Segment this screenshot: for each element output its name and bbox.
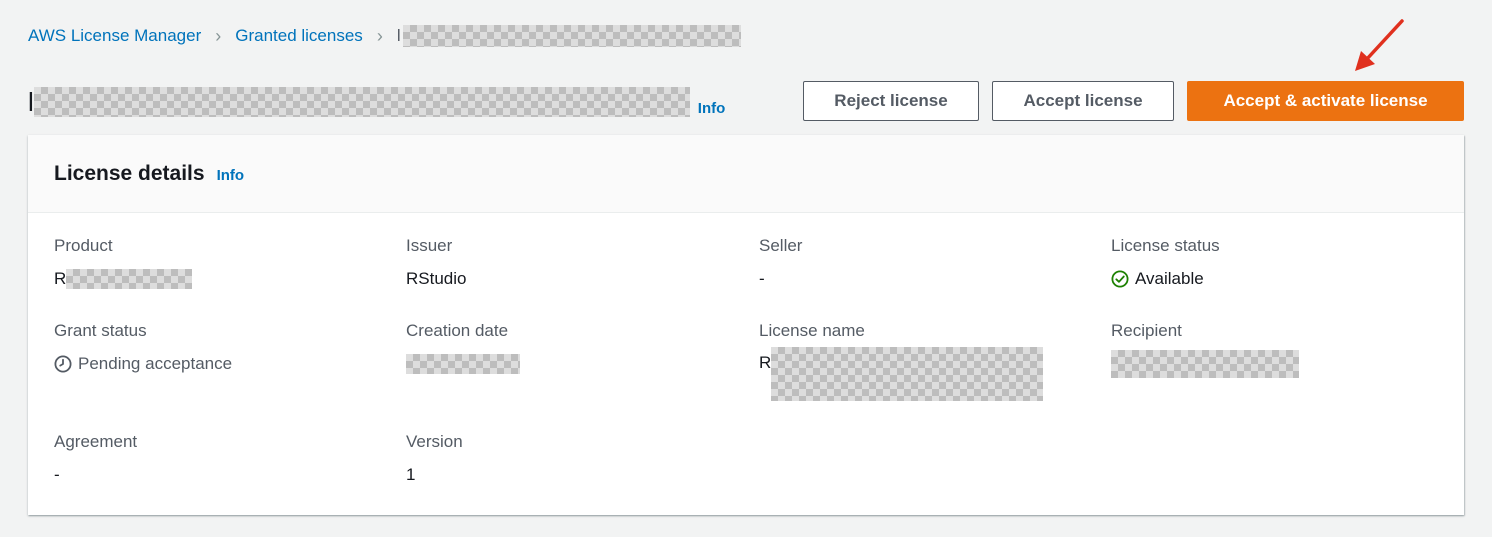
seller-value: -: [759, 269, 765, 288]
grant-status-value: Pending acceptance: [54, 353, 232, 375]
version-value: 1: [406, 465, 416, 484]
redacted-block: [1111, 350, 1299, 378]
field-agreement: Agreement -: [54, 432, 137, 486]
reject-license-button[interactable]: Reject license: [803, 81, 979, 121]
panel-info-link[interactable]: Info: [217, 167, 245, 184]
redacted-block: [402, 25, 741, 47]
license-status-value: Available: [1111, 268, 1220, 290]
field-label: Creation date: [406, 321, 509, 340]
accept-activate-license-button[interactable]: Accept & activate license: [1187, 81, 1464, 121]
field-creation-date: Creation date: [406, 321, 520, 375]
clock-icon: [54, 355, 72, 373]
license-details-panel: License details Info Product R Issuer RS…: [28, 135, 1464, 515]
field-grant-status: Grant status Pending acceptance: [54, 321, 232, 375]
accept-license-button[interactable]: Accept license: [992, 81, 1174, 121]
redacted-block: [406, 354, 520, 374]
creation-date-value: [406, 353, 520, 375]
field-label: Agreement: [54, 432, 138, 451]
agreement-value: -: [54, 465, 60, 484]
breadcrumb-license-manager[interactable]: AWS License Manager: [28, 26, 201, 46]
field-label: Issuer: [406, 236, 453, 255]
page-title-row: l Info: [28, 86, 725, 118]
license-name-text: R: [759, 353, 772, 372]
breadcrumb: AWS License Manager › Granted licenses ›…: [28, 25, 741, 47]
field-label: License status: [1111, 236, 1220, 255]
field-seller: Seller -: [759, 236, 802, 290]
field-product: Product R: [54, 236, 193, 290]
field-label: Seller: [759, 236, 803, 255]
chevron-right-icon: ›: [215, 25, 222, 46]
field-version: Version 1: [406, 432, 463, 486]
panel-header: License details Info: [28, 135, 1464, 213]
grant-status-text: Pending acceptance: [78, 354, 233, 373]
red-arrow-icon: [1355, 19, 1404, 71]
field-recipient: Recipient: [1111, 321, 1299, 378]
page-info-link[interactable]: Info: [698, 100, 726, 117]
issuer-value: RStudio: [406, 269, 467, 288]
chevron-right-icon: ›: [376, 25, 383, 46]
field-label: Grant status: [54, 321, 147, 340]
panel-title: License details: [54, 161, 205, 185]
field-label: Recipient: [1111, 321, 1182, 340]
breadcrumb-granted-licenses[interactable]: Granted licenses: [235, 26, 363, 46]
field-issuer: Issuer RStudio: [406, 236, 466, 290]
redacted-block: [771, 347, 1044, 401]
field-value: R: [54, 268, 193, 290]
field-label: Product: [54, 236, 113, 255]
field-license-name: License name R: [759, 321, 1044, 401]
breadcrumb-current: l: [396, 26, 401, 45]
product-value: R: [54, 269, 67, 288]
check-circle-icon: [1111, 270, 1129, 288]
recipient-value: [1111, 350, 1299, 378]
field-label: License name: [759, 321, 865, 340]
field-license-status: License status Available: [1111, 236, 1220, 290]
redacted-block: [66, 269, 193, 289]
status-available-text: Available: [1135, 269, 1204, 288]
redacted-block: [33, 87, 690, 117]
license-name-value: R: [759, 347, 1044, 401]
field-label: Version: [406, 432, 463, 451]
